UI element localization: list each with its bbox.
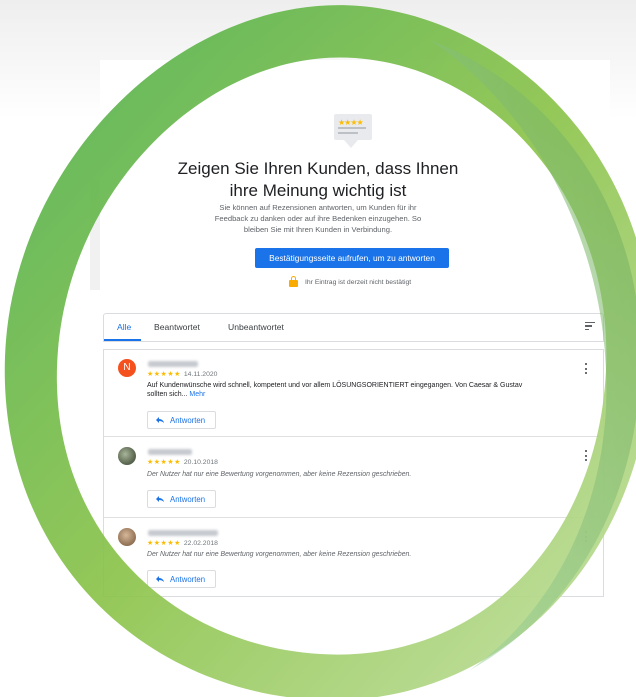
active-tab-indicator bbox=[104, 339, 141, 341]
avatar bbox=[118, 447, 136, 465]
review-tabs: Alle Beantwortet Unbeantwortet bbox=[103, 313, 604, 342]
review-text: Der Nutzer hat nur eine Bewertung vorgen… bbox=[147, 471, 412, 478]
review-text-line-1: Auf Kundenwünsche wird schnell, kompeten… bbox=[147, 382, 523, 389]
rating-stars: ★★★★★ bbox=[147, 540, 181, 547]
verification-note: Ihr Eintrag ist derzeit nicht bestätigt bbox=[289, 276, 412, 289]
avatar bbox=[118, 528, 136, 546]
reply-button[interactable]: Antworten bbox=[147, 411, 216, 429]
hero-desc-line-3: bleiben Sie mit Ihren Kunden in Verbindu… bbox=[243, 225, 393, 234]
hero-desc-line-1: Sie können auf Rezensionen antworten, um… bbox=[219, 203, 417, 212]
review-item: ★★★★★ 22.02.2018 Der Nutzer hat nur eine … bbox=[104, 518, 603, 598]
hero-title: Zeigen Sie Ihren Kunden, dass Ihnen ihre… bbox=[0, 158, 636, 202]
review-date: 14.11.2020 bbox=[183, 371, 218, 378]
reviewer-name-blurred bbox=[148, 361, 198, 367]
reviewer-name-blurred bbox=[148, 449, 192, 455]
reply-icon bbox=[156, 417, 164, 423]
rating-stars: ★★★★★ bbox=[147, 459, 181, 466]
badge-stars: ★★★★ bbox=[338, 118, 364, 127]
review-meta: ★★★★★ 14.11.2020 bbox=[147, 370, 217, 378]
review-text: Der Nutzer hat nur eine Bewertung vorgen… bbox=[147, 551, 412, 558]
review-text-line-2: sollten sich... bbox=[147, 391, 188, 399]
more-options-icon[interactable] bbox=[584, 531, 588, 543]
reply-button-label: Antworten bbox=[170, 416, 206, 425]
verification-note-text: Ihr Eintrag ist derzeit nicht bestätigt bbox=[305, 279, 412, 286]
review-item: N ★★★★★ 14.11.2020 Auf Kundenwünsche wird… bbox=[104, 350, 603, 436]
reply-icon bbox=[156, 576, 164, 582]
sort-icon[interactable] bbox=[585, 322, 595, 330]
review-item: ★★★★★ 20.10.2018 Der Nutzer hat nur eine … bbox=[104, 437, 603, 517]
lock-icon bbox=[289, 276, 298, 287]
hero-title-line-2: ihre Meinung wichtig ist bbox=[229, 181, 407, 200]
reply-icon bbox=[156, 496, 164, 502]
review-badge-icon: ★★★★ bbox=[334, 114, 372, 148]
review-date: 22.02.2018 bbox=[183, 540, 218, 547]
avatar: N bbox=[118, 359, 136, 377]
review-meta: ★★★★★ 22.02.2018 bbox=[147, 539, 218, 547]
hero-title-line-1: Zeigen Sie Ihren Kunden, dass Ihnen bbox=[177, 159, 459, 178]
tab-all[interactable]: Alle bbox=[117, 314, 131, 341]
review-list: N ★★★★★ 14.11.2020 Auf Kundenwünsche wird… bbox=[103, 349, 604, 597]
reply-button-label: Antworten bbox=[170, 575, 206, 584]
tab-unanswered[interactable]: Unbeantwortet bbox=[228, 314, 284, 341]
review-date: 20.10.2018 bbox=[183, 459, 218, 466]
verify-page-button[interactable]: Bestätigungsseite aufrufen, um zu antwor… bbox=[255, 248, 449, 268]
more-options-icon[interactable] bbox=[584, 363, 588, 375]
rating-stars: ★★★★★ bbox=[147, 371, 181, 378]
hero-desc-line-2: Feedback zu danken oder auf ihre Bedenke… bbox=[214, 214, 422, 223]
reply-button-label: Antworten bbox=[170, 495, 206, 504]
tab-answered[interactable]: Beantwortet bbox=[154, 314, 200, 341]
more-link[interactable]: Mehr bbox=[189, 391, 205, 398]
review-meta: ★★★★★ 20.10.2018 bbox=[147, 458, 218, 466]
reviewer-name-blurred bbox=[148, 530, 218, 536]
more-options-icon[interactable] bbox=[584, 450, 588, 462]
hero-description: Sie können auf Rezensionen antworten, um… bbox=[0, 202, 636, 235]
reply-button[interactable]: Antworten bbox=[147, 490, 216, 508]
review-text: Auf Kundenwünsche wird schnell, kompeten… bbox=[147, 381, 567, 400]
reply-button[interactable]: Antworten bbox=[147, 570, 216, 588]
